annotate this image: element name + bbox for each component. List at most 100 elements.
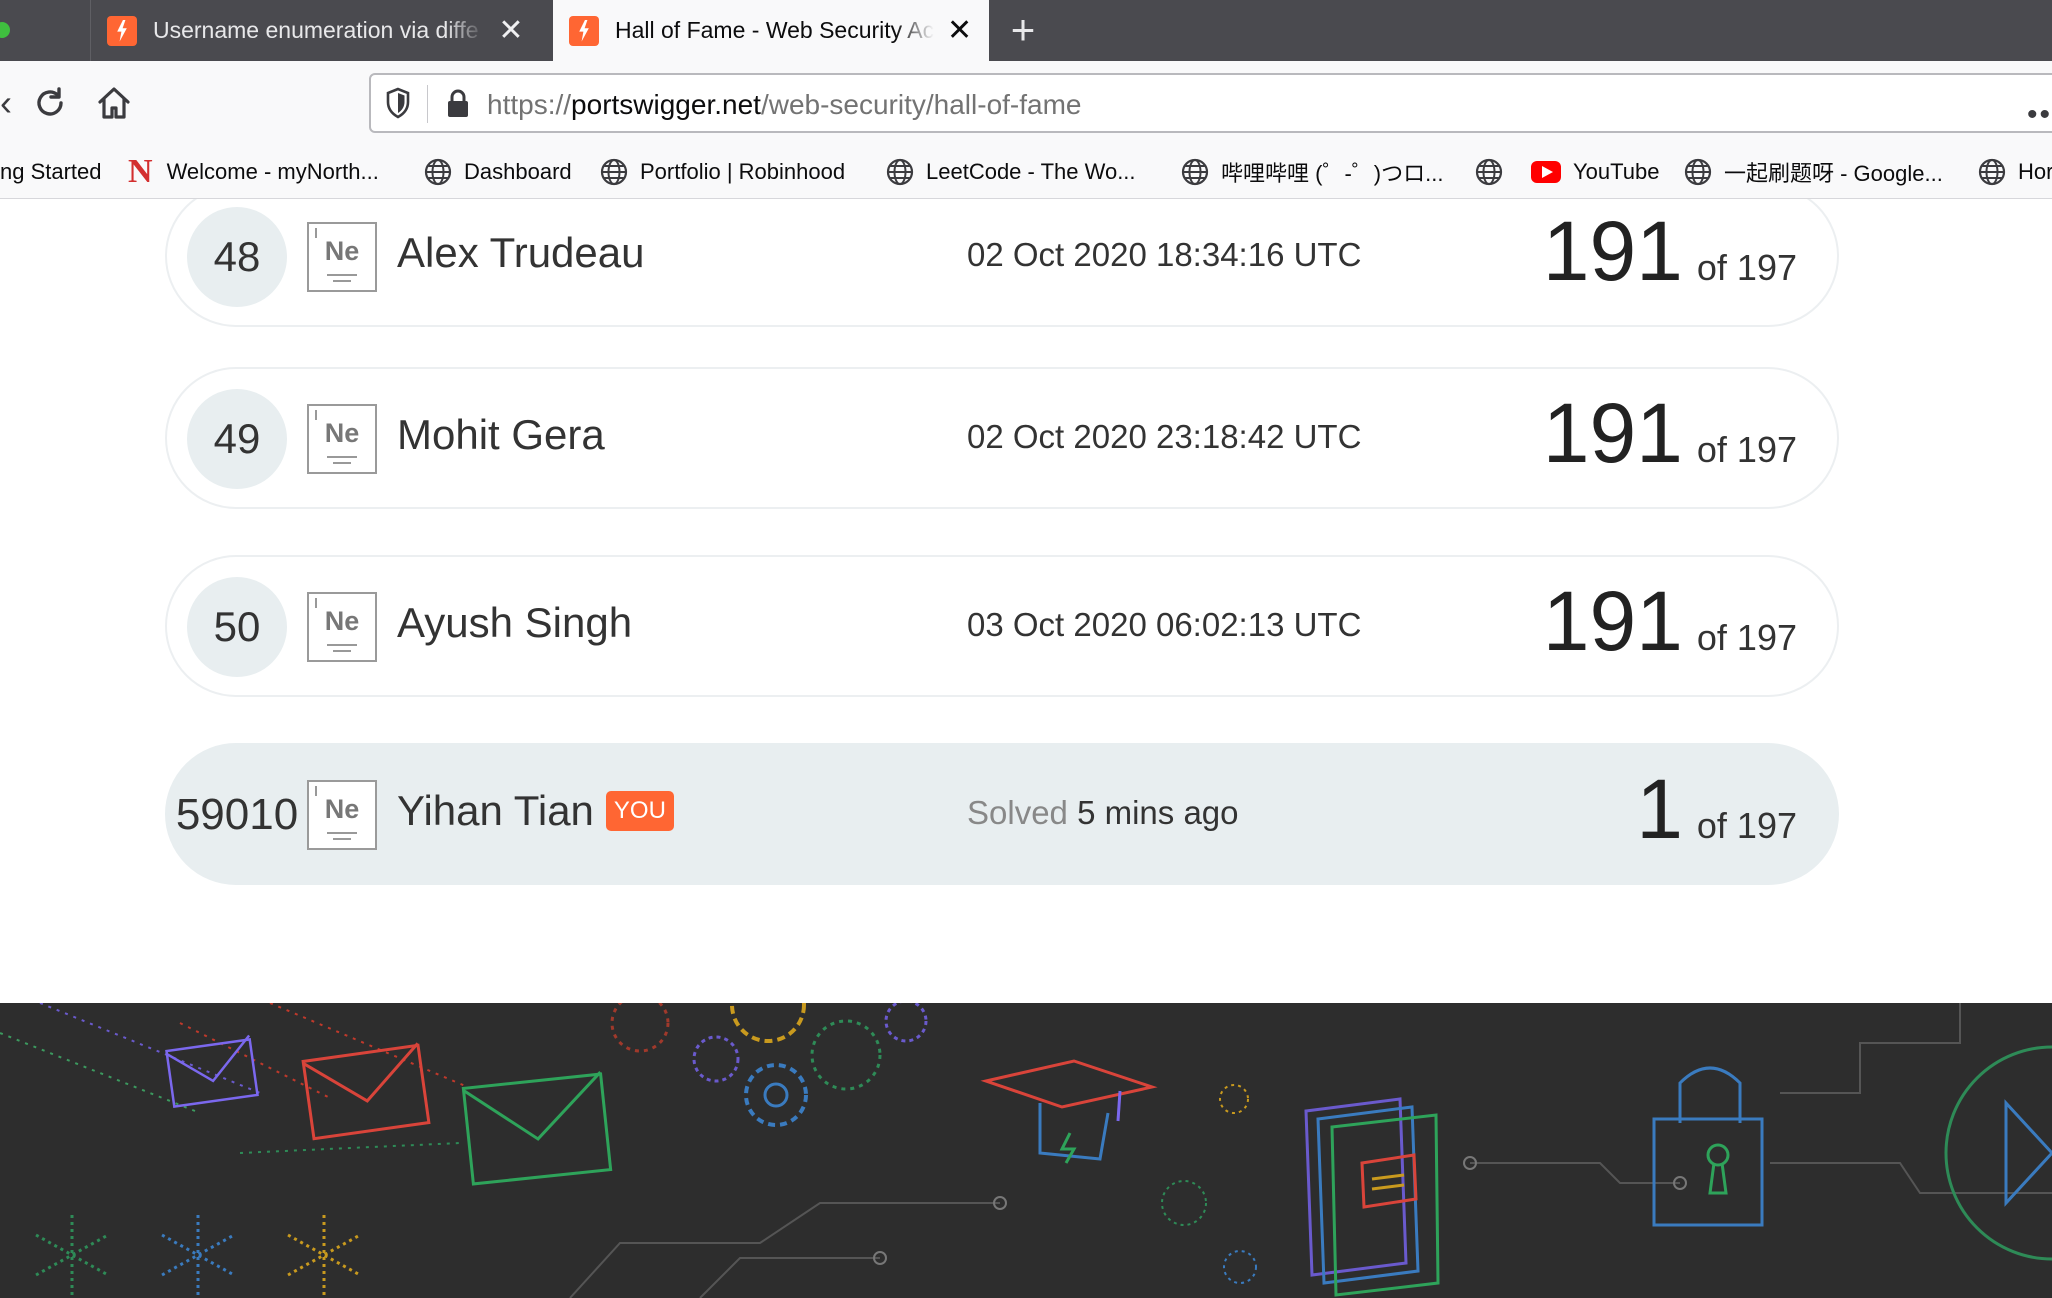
bookmark-leetcode[interactable]: LeetCode - The Wo... bbox=[886, 157, 1136, 187]
globe-icon bbox=[1684, 158, 1712, 186]
asterisk-icon bbox=[287, 1215, 361, 1295]
globe-icon bbox=[886, 158, 914, 186]
score-solved: 1 bbox=[1636, 762, 1683, 856]
score-total: of 197 bbox=[1696, 247, 1797, 288]
bookmark-label: LeetCode - The Wo... bbox=[926, 159, 1136, 184]
bookmark-label: Dashboard bbox=[464, 159, 572, 184]
url-host: portswigger.net bbox=[571, 89, 761, 120]
globe-icon bbox=[1181, 158, 1209, 186]
element-symbol: Ne bbox=[324, 418, 360, 448]
tab-username-enumeration[interactable]: Username enumeration via diffe ✕ bbox=[91, 0, 553, 61]
user-name-wrap: Yihan Tian YOU bbox=[397, 787, 674, 835]
element-symbol: Ne bbox=[324, 236, 360, 266]
asterisk-icon bbox=[161, 1215, 235, 1295]
new-tab-icon[interactable]: + bbox=[1000, 8, 1046, 54]
gear-icon bbox=[744, 1063, 808, 1127]
current-user-row: 59010 Ne Yihan Tian YOU Solved 5 mins ag… bbox=[165, 743, 1839, 885]
element-symbol: Ne bbox=[324, 794, 360, 824]
element-symbol: Ne bbox=[324, 606, 360, 636]
bookmark-getting-started[interactable]: ng Started bbox=[0, 157, 102, 187]
home-icon[interactable] bbox=[90, 79, 138, 127]
solved-label: Solved bbox=[967, 794, 1068, 831]
score-solved: 191 bbox=[1542, 386, 1683, 480]
gear-icon bbox=[810, 1019, 882, 1091]
envelope-icon bbox=[165, 1034, 259, 1108]
bookmark-mynorthwestern[interactable]: N Welcome - myNorth... bbox=[128, 153, 379, 190]
leaderboard-row: 50 Ne Ayush Singh 03 Oct 2020 06:02:13 U… bbox=[165, 555, 1839, 697]
element-avatar-icon: Ne bbox=[307, 222, 377, 292]
rank-badge: 59010 bbox=[175, 790, 299, 839]
bookmark-label: Hor bbox=[2018, 159, 2052, 184]
leaderboard-row: 48 Ne Alex Trudeau 02 Oct 2020 18:34:16 … bbox=[165, 199, 1839, 327]
bookmark-dashboard[interactable]: Dashboard bbox=[424, 157, 572, 187]
dotted-trail bbox=[269, 1003, 471, 1089]
url-path: /web-security/hall-of-fame bbox=[760, 89, 1082, 120]
score-solved: 191 bbox=[1542, 204, 1683, 298]
more-options-icon[interactable]: •• bbox=[2027, 98, 2052, 132]
rank-badge: 50 bbox=[187, 577, 287, 677]
solved-status: Solved 5 mins ago bbox=[967, 794, 1239, 832]
portswigger-favicon-icon bbox=[107, 15, 137, 46]
bookmark-label: ng Started bbox=[0, 159, 102, 184]
completion-time: 03 Oct 2020 06:02:13 UTC bbox=[967, 606, 1362, 643]
footer-artwork bbox=[0, 1003, 2052, 1298]
rank-badge: 49 bbox=[187, 389, 287, 489]
score: 191 of 197 bbox=[1543, 201, 1797, 301]
hall-of-fame-page: 48 Ne Alex Trudeau 02 Oct 2020 18:34:16 … bbox=[0, 199, 2052, 1003]
url-text[interactable]: https://portswigger.net/web-security/hal… bbox=[487, 89, 1082, 121]
close-tab-icon[interactable]: ✕ bbox=[946, 15, 973, 46]
tab-hall-of-fame[interactable]: Hall of Fame - Web Security Ac ✕ bbox=[553, 0, 989, 61]
bookmark-unnamed[interactable] bbox=[1475, 157, 1515, 187]
element-avatar-icon: Ne bbox=[307, 780, 377, 850]
globe-icon bbox=[1475, 158, 1503, 186]
score-total: of 197 bbox=[1696, 617, 1797, 658]
globe-icon bbox=[1978, 158, 2006, 186]
score-total: of 197 bbox=[1696, 429, 1797, 470]
user-name: Alex Trudeau bbox=[397, 229, 645, 276]
bookmark-google[interactable]: 一起刷题呀 - Google... bbox=[1684, 157, 1943, 187]
bookmark-label: 一起刷题呀 - Google... bbox=[1724, 161, 1943, 186]
leaderboard-row: 49 Ne Mohit Gera 02 Oct 2020 23:18:42 UT… bbox=[165, 367, 1839, 509]
bookmark-home[interactable]: Hor bbox=[1978, 157, 2052, 187]
rank-badge: 48 bbox=[187, 207, 287, 307]
bookmark-label: 哔哩哔哩 (゜-゜)つロ... bbox=[1221, 161, 1444, 186]
envelope-icon bbox=[461, 1071, 613, 1186]
user-name: Ayush Singh bbox=[397, 599, 633, 646]
youtube-icon bbox=[1531, 161, 1561, 183]
close-tab-icon[interactable]: ✕ bbox=[497, 15, 525, 46]
lock-icon[interactable] bbox=[445, 89, 471, 119]
tab-title: Hall of Fame - Web Security Ac bbox=[615, 17, 935, 43]
bookmark-bilibili[interactable]: 哔哩哔哩 (゜-゜)つロ... bbox=[1181, 157, 1443, 187]
book-icon bbox=[1304, 1097, 1440, 1297]
n-logo-icon: N bbox=[128, 153, 153, 190]
asterisk-icon bbox=[35, 1215, 109, 1295]
envelope-icon bbox=[301, 1042, 431, 1141]
reload-icon[interactable] bbox=[26, 79, 74, 127]
user-name: Mohit Gera bbox=[397, 411, 605, 458]
score: 191 of 197 bbox=[1543, 383, 1797, 483]
score-total: of 197 bbox=[1696, 805, 1797, 846]
bookmark-robinhood[interactable]: Portfolio | Robinhood bbox=[600, 157, 845, 187]
address-bar[interactable]: https://portswigger.net/web-security/hal… bbox=[369, 73, 2052, 133]
tracking-protection-shield-icon[interactable] bbox=[385, 87, 411, 119]
bookmark-label: Welcome - myNorth... bbox=[166, 159, 379, 184]
bookmark-label: Portfolio | Robinhood bbox=[640, 159, 846, 184]
tab-title: Username enumeration via diffe bbox=[153, 17, 479, 43]
score: 191 of 197 bbox=[1543, 571, 1797, 671]
solved-time: 5 mins ago bbox=[1077, 794, 1239, 831]
score-solved: 191 bbox=[1542, 574, 1683, 668]
gear-icon bbox=[610, 1003, 670, 1053]
bookmark-youtube[interactable]: YouTube bbox=[1531, 157, 1659, 187]
dotted-trail bbox=[39, 1003, 261, 1094]
completion-time: 02 Oct 2020 18:34:16 UTC bbox=[967, 236, 1362, 273]
completion-time: 02 Oct 2020 23:18:42 UTC bbox=[967, 418, 1362, 455]
tab-bar: Username enumeration via diffe ✕ Hall of… bbox=[0, 0, 2052, 61]
you-badge: YOU bbox=[605, 791, 674, 831]
user-name: Yihan Tian bbox=[397, 787, 594, 834]
url-divider bbox=[427, 85, 428, 123]
footer-illustration bbox=[0, 1003, 2052, 1298]
globe-icon bbox=[600, 158, 628, 186]
bookmarks-bar: ng Started N Welcome - myNorth... Dashbo… bbox=[0, 145, 2052, 199]
gear-icon bbox=[692, 1035, 740, 1083]
window-control-icon[interactable] bbox=[0, 22, 10, 38]
